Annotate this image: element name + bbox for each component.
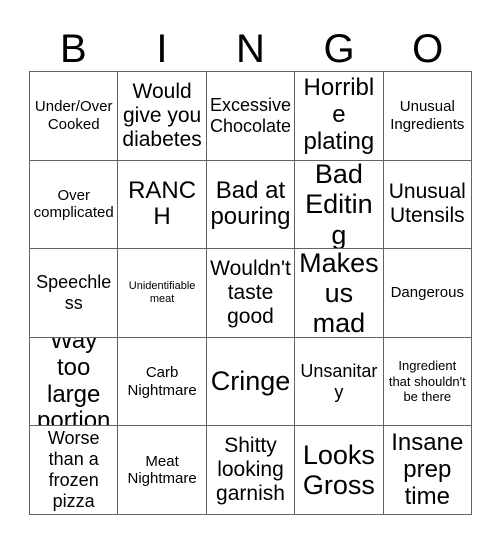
bingo-cell-r1c5[interactable]: Unusual Ingredients: [383, 72, 472, 161]
bingo-grid: Under/Over Cooked Would give you diabete…: [29, 71, 472, 515]
bingo-cell-label: Meat Nightmare: [127, 452, 197, 488]
bingo-cell-r5c5[interactable]: Insane prep time: [383, 426, 472, 515]
bingo-cell-label: Under/Over Cooked: [34, 98, 113, 133]
bingo-cell-label: Unsanitary: [300, 360, 378, 402]
bingo-cell-label: Unusual Ingredients: [390, 98, 465, 133]
bingo-cell-r1c2[interactable]: Would give you diabetes: [118, 72, 207, 161]
bingo-cell-r2c1[interactable]: Over complicated: [30, 160, 119, 250]
bingo-cell-label: Speechless: [36, 272, 112, 313]
bingo-cell-label: Worse than a frozen pizza: [47, 428, 100, 512]
bingo-cell-label: Bad at pouring: [210, 176, 291, 231]
bingo-header-row: B I N G O: [29, 18, 472, 71]
bingo-cell-r4c4[interactable]: Unsanitary: [295, 337, 384, 427]
bingo-cell-label: Unidentifiable meat: [128, 279, 196, 305]
bingo-header-letter-o: O: [412, 27, 444, 71]
bingo-header-letter-i: I: [156, 27, 168, 71]
bingo-cell-r5c4[interactable]: Looks Gross: [295, 426, 384, 515]
bingo-cell-r5c1[interactable]: Worse than a frozen pizza: [30, 426, 119, 515]
bingo-card: B I N G O Under/Over Cooked Would give y…: [0, 0, 500, 544]
bingo-cell-label: Horrible plating: [303, 74, 375, 156]
bingo-cell-label: Would give you diabetes: [122, 79, 202, 151]
bingo-cell-r2c2[interactable]: RANCH: [118, 160, 207, 250]
bingo-cell-r2c5[interactable]: Unusual Utensils: [383, 160, 472, 250]
bingo-cell-r3c4[interactable]: Makes us mad: [295, 249, 384, 338]
bingo-cell-label: Wouldn't taste good: [210, 257, 291, 328]
bingo-cell-r3c2[interactable]: Unidentifiable meat: [118, 249, 207, 338]
bingo-cell-r1c3[interactable]: Excessive Chocolate: [206, 72, 296, 161]
bingo-cell-r3c1[interactable]: Speechless: [30, 249, 119, 338]
bingo-cell-r2c3[interactable]: Bad at pouring: [206, 160, 296, 250]
bingo-cell-r5c2[interactable]: Meat Nightmare: [118, 426, 207, 515]
bingo-cell-label: Cringe: [210, 366, 291, 397]
bingo-cell-label: Ingredient that shouldn't be there: [388, 358, 466, 405]
bingo-cell-label: Shitty looking garnish: [216, 434, 285, 506]
bingo-header-letter-g: G: [323, 27, 355, 71]
bingo-cell-label: Dangerous: [390, 284, 464, 302]
bingo-cell-r1c4[interactable]: Horrible plating: [295, 72, 384, 161]
bingo-cell-r4c2[interactable]: Carb Nightmare: [118, 337, 207, 427]
bingo-cell-r3c5[interactable]: Dangerous: [383, 249, 472, 338]
bingo-cell-label: Unusual Utensils: [388, 180, 466, 228]
bingo-cell-r4c3[interactable]: Cringe: [206, 337, 296, 427]
bingo-cell-r3c3[interactable]: Wouldn't taste good: [206, 249, 296, 338]
bingo-header-letter-n: N: [236, 27, 265, 71]
bingo-cell-label: Way too large portion: [37, 337, 111, 427]
bingo-cell-label: RANCH: [128, 176, 197, 231]
bingo-cell-label: Excessive Chocolate: [209, 94, 292, 136]
bingo-cell-label: Bad Editing: [305, 160, 373, 250]
bingo-cell-label: Looks Gross: [302, 439, 375, 501]
bingo-cell-label: Carb Nightmare: [127, 363, 197, 399]
bingo-header-letter-b: B: [59, 27, 87, 71]
bingo-cell-label: Over complicated: [33, 186, 114, 222]
bingo-cell-r1c1[interactable]: Under/Over Cooked: [30, 72, 119, 161]
bingo-cell-r4c5[interactable]: Ingredient that shouldn't be there: [383, 337, 472, 427]
bingo-cell-r2c4[interactable]: Bad Editing: [295, 160, 384, 250]
bingo-cell-label: Insane prep time: [391, 428, 464, 510]
bingo-cell-r5c3[interactable]: Shitty looking garnish: [206, 426, 296, 515]
bingo-cell-label: Makes us mad: [299, 249, 379, 338]
bingo-cell-r4c1[interactable]: Way too large portion: [30, 337, 119, 427]
